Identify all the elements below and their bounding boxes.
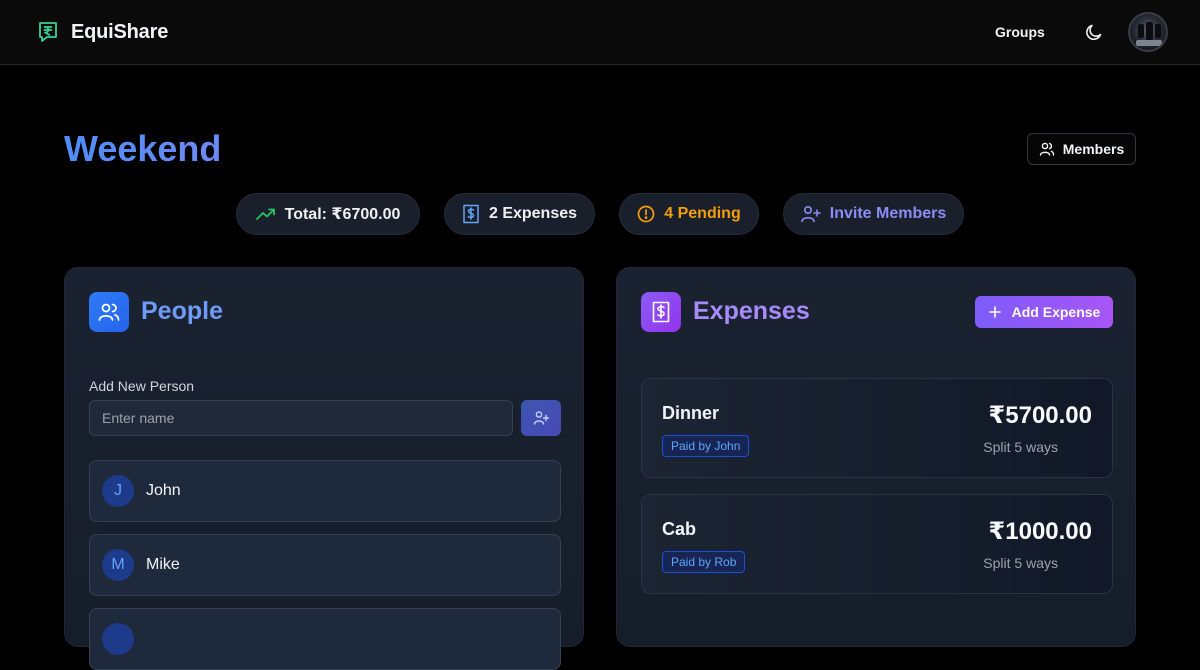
person-initial: M [102,549,134,581]
expenses-card: Expenses Add Expense Dinner Paid by John… [616,267,1136,647]
brand[interactable]: EquiShare [37,20,168,44]
expense-split: Split 5 ways [983,439,1058,455]
pending-stat: 4 Pending [619,193,759,235]
members-label: Members [1062,141,1125,157]
avatar-shape [1146,22,1153,40]
person-item[interactable] [89,608,561,670]
person-item[interactable]: J John [89,460,561,522]
people-title: People [141,297,223,325]
name-input[interactable] [89,400,513,436]
add-person-label: Add New Person [89,378,195,394]
app-name: EquiShare [71,20,169,43]
expense-amount: ₹5700.00 [988,402,1092,429]
user-plus-icon [533,411,549,425]
receipt-icon [463,204,479,224]
group-title: Weekend [64,128,222,169]
expense-item[interactable]: Cab Paid by Rob ₹1000.00 Split 5 ways [641,494,1113,594]
expense-name: Cab [662,519,697,539]
total-label: Total: ₹6700.00 [284,206,401,223]
person-name: John [146,482,181,499]
nav-groups-link[interactable]: Groups [995,24,1045,40]
rupee-chat-icon [39,22,57,42]
person-item[interactable]: M Mike [89,534,561,596]
add-expense-button[interactable]: Add Expense [975,296,1113,328]
expense-name: Dinner [662,403,720,423]
avatar-shape [1138,24,1144,38]
invite-label: Invite Members [829,205,947,222]
users-icon [1039,142,1054,156]
moon-icon[interactable] [1084,22,1104,42]
expenses-count-label: 2 Expenses [488,205,578,222]
add-person-button[interactable] [521,400,561,436]
top-nav: EquiShare Groups [0,0,1200,65]
people-icon [89,292,129,332]
person-name: Mike [146,556,180,573]
invite-members-button[interactable]: Invite Members [783,193,964,235]
expense-amount: ₹1000.00 [988,518,1092,545]
avatar-shape [1136,40,1162,46]
alert-circle-icon [637,205,655,223]
expense-split: Split 5 ways [983,555,1058,571]
user-plus-icon [800,205,821,223]
total-stat: Total: ₹6700.00 [236,193,420,235]
expenses-count-stat: 2 Expenses [444,193,595,235]
pending-label: 4 Pending [664,205,741,222]
receipt-icon [641,292,681,332]
user-avatar[interactable] [1128,12,1168,52]
person-initial: J [102,475,134,507]
paid-by-badge: Paid by Rob [662,551,746,573]
paid-by-badge: Paid by John [662,435,750,457]
expenses-title: Expenses [693,297,810,325]
people-card: People Add New Person J John M Mike [64,267,584,670]
person-initial [102,623,134,655]
trending-up-icon [255,208,275,220]
avatar-shape [1155,24,1161,38]
add-expense-label: Add Expense [1011,304,1101,320]
members-button[interactable]: Members [1027,133,1136,165]
plus-icon [988,306,1001,318]
expense-item[interactable]: Dinner Paid by John ₹5700.00 Split 5 way… [641,378,1113,478]
